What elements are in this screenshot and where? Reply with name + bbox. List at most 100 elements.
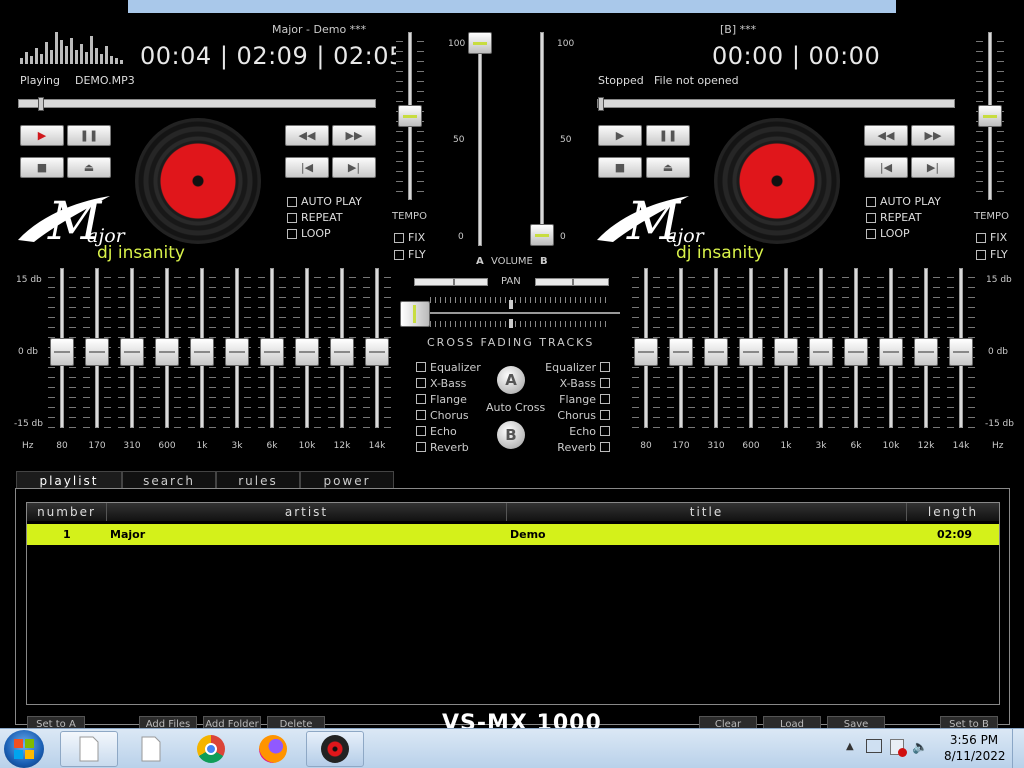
deck-a-prev-button[interactable]: |◀ — [285, 157, 329, 178]
eq-b-band-thumb[interactable] — [809, 338, 833, 366]
playlist-table[interactable]: number artist title length 1 Major Demo … — [26, 502, 1000, 705]
deck-b-prev-button[interactable]: |◀ — [864, 157, 908, 178]
volume-b-slider[interactable] — [528, 32, 556, 246]
deck-b-forward-button[interactable]: ▶▶ — [911, 125, 955, 146]
deck-a-vinyl-icon[interactable] — [135, 118, 261, 244]
eq-b-band-slider[interactable] — [912, 268, 940, 432]
deck-a-seek-knob[interactable] — [37, 97, 44, 111]
effect-a-echo-checkbox[interactable]: Echo — [416, 423, 481, 439]
effect-b-xbass-checkbox[interactable]: X-Bass — [546, 375, 610, 391]
eq-a-band-thumb[interactable] — [330, 338, 354, 366]
show-desktop-button[interactable] — [1012, 729, 1024, 768]
start-button[interactable] — [4, 730, 44, 768]
taskbar-dj-player[interactable] — [306, 731, 364, 767]
pan-a-slider[interactable] — [414, 278, 488, 286]
deck-b-seek-bar[interactable] — [597, 97, 955, 111]
tab-rules[interactable]: rules — [216, 471, 300, 489]
deck-a-repeat-checkbox[interactable]: REPEAT — [287, 211, 343, 224]
deck-a-tempo-thumb[interactable] — [398, 105, 422, 127]
taskbar-file-2[interactable] — [122, 731, 180, 767]
deck-a-tempo-slider[interactable] — [396, 32, 424, 200]
deck-b-stop-button[interactable]: ■ — [598, 157, 642, 178]
deck-a-eject-button[interactable]: ⏏ — [67, 157, 111, 178]
eq-b-band-thumb[interactable] — [844, 338, 868, 366]
eq-a-band-slider[interactable] — [223, 268, 251, 432]
deck-a-stop-button[interactable]: ■ — [20, 157, 64, 178]
deck-b-loop-checkbox[interactable]: LOOP — [866, 227, 910, 240]
eq-a-band-thumb[interactable] — [365, 338, 389, 366]
deck-b-eject-button[interactable]: ⏏ — [646, 157, 690, 178]
effect-a-reverb-checkbox[interactable]: Reverb — [416, 439, 481, 455]
column-header-number[interactable]: number — [27, 503, 107, 521]
deck-a-next-button[interactable]: ▶| — [332, 157, 376, 178]
eq-a-band-thumb[interactable] — [155, 338, 179, 366]
eq-a-band-slider[interactable] — [48, 268, 76, 432]
deck-a-fix-checkbox[interactable]: FIX — [394, 231, 425, 244]
deck-b-next-button[interactable]: ▶| — [911, 157, 955, 178]
crossfader[interactable] — [400, 297, 620, 331]
taskbar-firefox[interactable] — [244, 731, 302, 767]
volume-a-slider[interactable] — [466, 32, 494, 246]
eq-b-band-thumb[interactable] — [634, 338, 658, 366]
eq-b-band-thumb[interactable] — [949, 338, 973, 366]
eq-a-band-thumb[interactable] — [85, 338, 109, 366]
eq-a-band-slider[interactable] — [83, 268, 111, 432]
eq-b-band-slider[interactable] — [807, 268, 835, 432]
column-header-title[interactable]: title — [507, 503, 907, 521]
eq-a-band-slider[interactable] — [188, 268, 216, 432]
deck-a-rewind-button[interactable]: ◀◀ — [285, 125, 329, 146]
eq-a-band-thumb[interactable] — [190, 338, 214, 366]
eq-a-band-slider[interactable] — [118, 268, 146, 432]
deck-b-fly-checkbox[interactable]: FLY — [976, 248, 1008, 261]
effect-a-equalizer-checkbox[interactable]: Equalizer — [416, 359, 481, 375]
deck-a-forward-button[interactable]: ▶▶ — [332, 125, 376, 146]
eq-b-band-slider[interactable] — [772, 268, 800, 432]
eq-b-band-slider[interactable] — [877, 268, 905, 432]
effect-b-echo-checkbox[interactable]: Echo — [546, 423, 610, 439]
column-header-length[interactable]: length — [907, 503, 999, 521]
crossfader-thumb[interactable] — [400, 301, 430, 327]
network-icon[interactable] — [866, 739, 882, 753]
effect-b-equalizer-checkbox[interactable]: Equalizer — [545, 359, 610, 375]
show-hidden-icons-icon[interactable]: ▲ — [846, 741, 854, 752]
eq-a-band-thumb[interactable] — [225, 338, 249, 366]
eq-b-band-slider[interactable] — [667, 268, 695, 432]
eq-a-band-slider[interactable] — [153, 268, 181, 432]
tab-search[interactable]: search — [122, 471, 216, 489]
eq-a-band-slider[interactable] — [258, 268, 286, 432]
deck-b-autoplay-checkbox[interactable]: AUTO PLAY — [866, 195, 941, 208]
eq-a-band-slider[interactable] — [293, 268, 321, 432]
deck-b-rewind-button[interactable]: ◀◀ — [864, 125, 908, 146]
deck-a-loop-checkbox[interactable]: LOOP — [287, 227, 331, 240]
eq-b-band-slider[interactable] — [702, 268, 730, 432]
deck-a-pause-button[interactable]: ❚❚ — [67, 125, 111, 146]
table-row[interactable]: 1 Major Demo 02:09 — [27, 524, 999, 545]
pan-b-slider[interactable] — [535, 278, 609, 286]
eq-b-band-thumb[interactable] — [914, 338, 938, 366]
eq-b-band-thumb[interactable] — [879, 338, 903, 366]
eq-b-band-thumb[interactable] — [739, 338, 763, 366]
effect-b-chorus-checkbox[interactable]: Chorus — [546, 407, 610, 423]
eq-b-band-slider[interactable] — [842, 268, 870, 432]
volume-a-thumb[interactable] — [468, 32, 492, 54]
taskbar-chrome[interactable] — [182, 731, 240, 767]
eq-a-band-slider[interactable] — [328, 268, 356, 432]
action-center-flag-icon[interactable] — [890, 739, 907, 757]
deck-b-pause-button[interactable]: ❚❚ — [646, 125, 690, 146]
deck-b-play-button[interactable]: ▶ — [598, 125, 642, 146]
eq-b-band-slider[interactable] — [947, 268, 975, 432]
column-header-artist[interactable]: artist — [107, 503, 507, 521]
deck-b-repeat-checkbox[interactable]: REPEAT — [866, 211, 922, 224]
deck-b-fix-checkbox[interactable]: FIX — [976, 231, 1007, 244]
deck-a-fly-checkbox[interactable]: FLY — [394, 248, 426, 261]
volume-tray-icon[interactable]: 🔈 — [912, 740, 928, 755]
deck-a-autoplay-checkbox[interactable]: AUTO PLAY — [287, 195, 362, 208]
eq-b-band-thumb[interactable] — [704, 338, 728, 366]
effect-a-flange-checkbox[interactable]: Flange — [416, 391, 481, 407]
tab-playlist[interactable]: playlist — [16, 471, 122, 489]
eq-a-band-thumb[interactable] — [120, 338, 144, 366]
eq-b-band-thumb[interactable] — [774, 338, 798, 366]
tab-power[interactable]: power — [300, 471, 394, 489]
deck-a-seek-bar[interactable] — [18, 97, 376, 111]
taskbar-file-1[interactable] — [60, 731, 118, 767]
